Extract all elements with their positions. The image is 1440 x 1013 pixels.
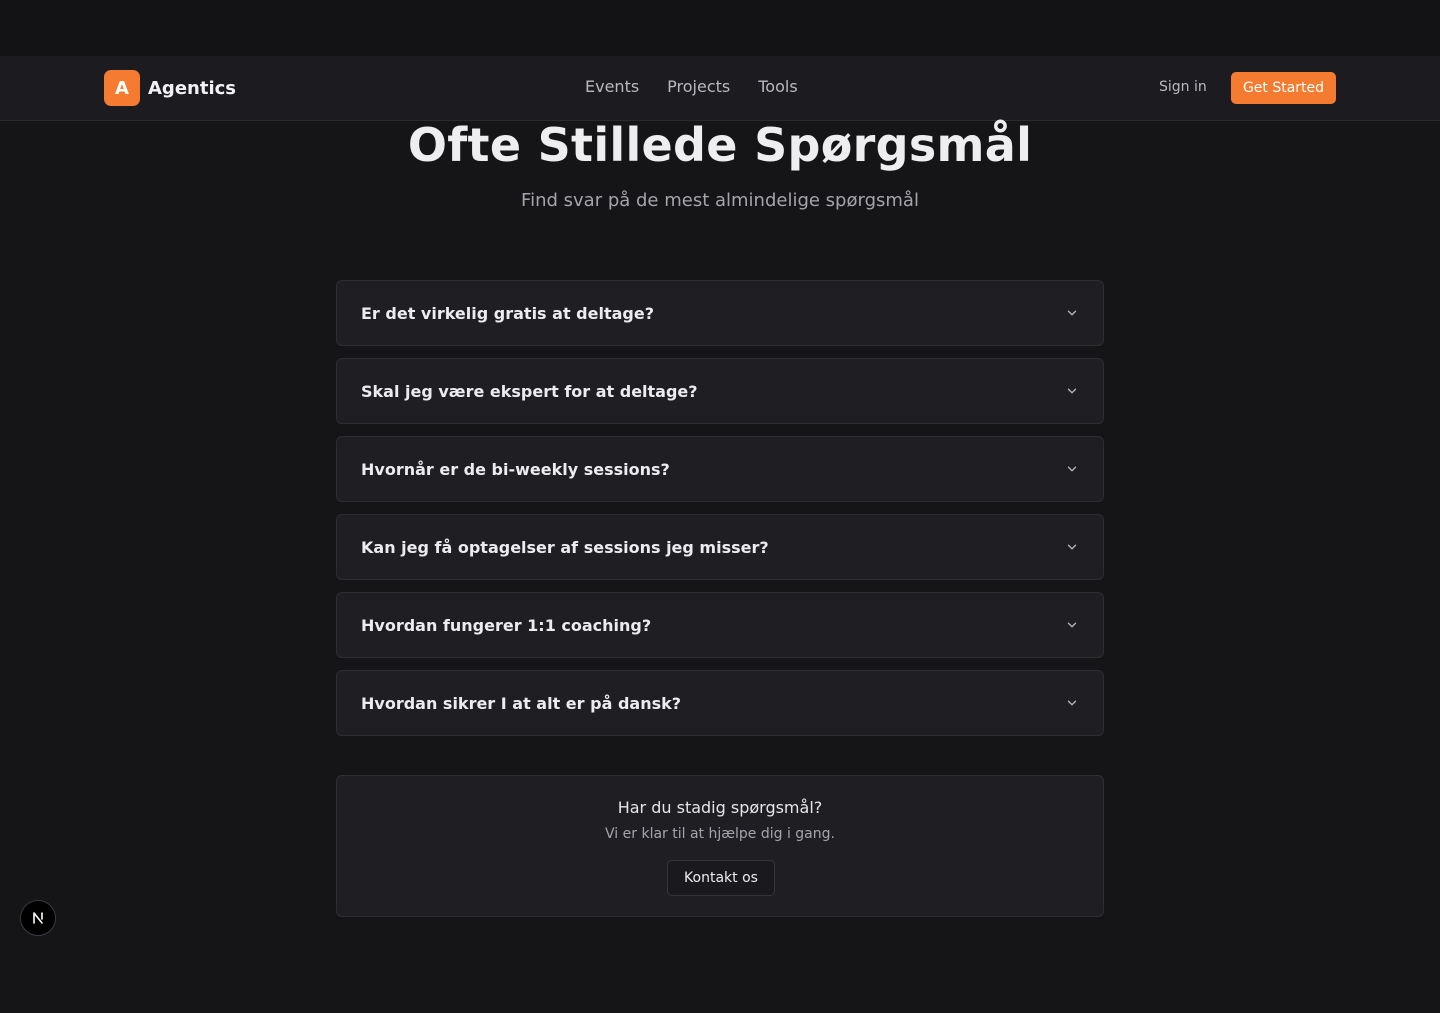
page-subtitle: Find svar på de mest almindelige spørgsm… bbox=[521, 190, 919, 211]
faq-item[interactable]: Hvordan fungerer 1:1 coaching? bbox=[336, 592, 1104, 658]
chevron-down-icon bbox=[1067, 310, 1077, 316]
nextjs-n-icon bbox=[33, 912, 43, 924]
browser-top-strip bbox=[0, 0, 1440, 56]
contact-text: Vi er klar til at hjælpe dig i gang. bbox=[605, 826, 835, 842]
faq-item[interactable]: Hvordan sikrer I at alt er på dansk? bbox=[336, 670, 1104, 736]
faq-item[interactable]: Er det virkelig gratis at deltage? bbox=[336, 280, 1104, 346]
nav-link-events[interactable]: Events bbox=[585, 77, 639, 96]
nextjs-logo-icon[interactable] bbox=[20, 900, 56, 936]
navbar: A Agentics Events Projects Tools Sign in… bbox=[0, 56, 1440, 121]
chevron-down-icon bbox=[1067, 700, 1077, 706]
brand-mark-icon: A bbox=[104, 70, 140, 106]
main-nav: Events Projects Tools bbox=[585, 77, 798, 96]
page-title: Ofte Stillede Spørgsmål bbox=[407, 118, 1033, 172]
nav-link-tools[interactable]: Tools bbox=[758, 77, 797, 96]
faq-question: Hvordan fungerer 1:1 coaching? bbox=[361, 615, 652, 635]
get-started-button[interactable]: Get Started bbox=[1231, 72, 1336, 104]
sign-in-link[interactable]: Sign in bbox=[1159, 79, 1207, 95]
faq-question: Skal jeg være ekspert for at deltage? bbox=[361, 381, 698, 401]
chevron-down-icon bbox=[1067, 388, 1077, 394]
faq-question: Kan jeg få optagelser af sessions jeg mi… bbox=[361, 537, 769, 557]
faq-question: Hvordan sikrer I at alt er på dansk? bbox=[361, 693, 682, 713]
chevron-down-icon bbox=[1067, 622, 1077, 628]
contact-button[interactable]: Kontakt os bbox=[667, 860, 775, 896]
chevron-down-icon bbox=[1067, 544, 1077, 550]
nav-link-projects[interactable]: Projects bbox=[667, 77, 730, 96]
faq-list: Er det virkelig gratis at deltage? Skal … bbox=[336, 280, 1104, 748]
contact-card: Har du stadig spørgsmål? Vi er klar til … bbox=[336, 775, 1104, 917]
faq-item[interactable]: Skal jeg være ekspert for at deltage? bbox=[336, 358, 1104, 424]
faq-item[interactable]: Hvornår er de bi-weekly sessions? bbox=[336, 436, 1104, 502]
chevron-down-icon bbox=[1067, 466, 1077, 472]
faq-question: Hvornår er de bi-weekly sessions? bbox=[361, 459, 670, 479]
faq-item[interactable]: Kan jeg få optagelser af sessions jeg mi… bbox=[336, 514, 1104, 580]
brand-name: Agentics bbox=[148, 77, 236, 99]
brand-logo[interactable]: A Agentics bbox=[104, 70, 236, 106]
contact-title: Har du stadig spørgsmål? bbox=[617, 798, 823, 817]
faq-question: Er det virkelig gratis at deltage? bbox=[361, 303, 654, 323]
